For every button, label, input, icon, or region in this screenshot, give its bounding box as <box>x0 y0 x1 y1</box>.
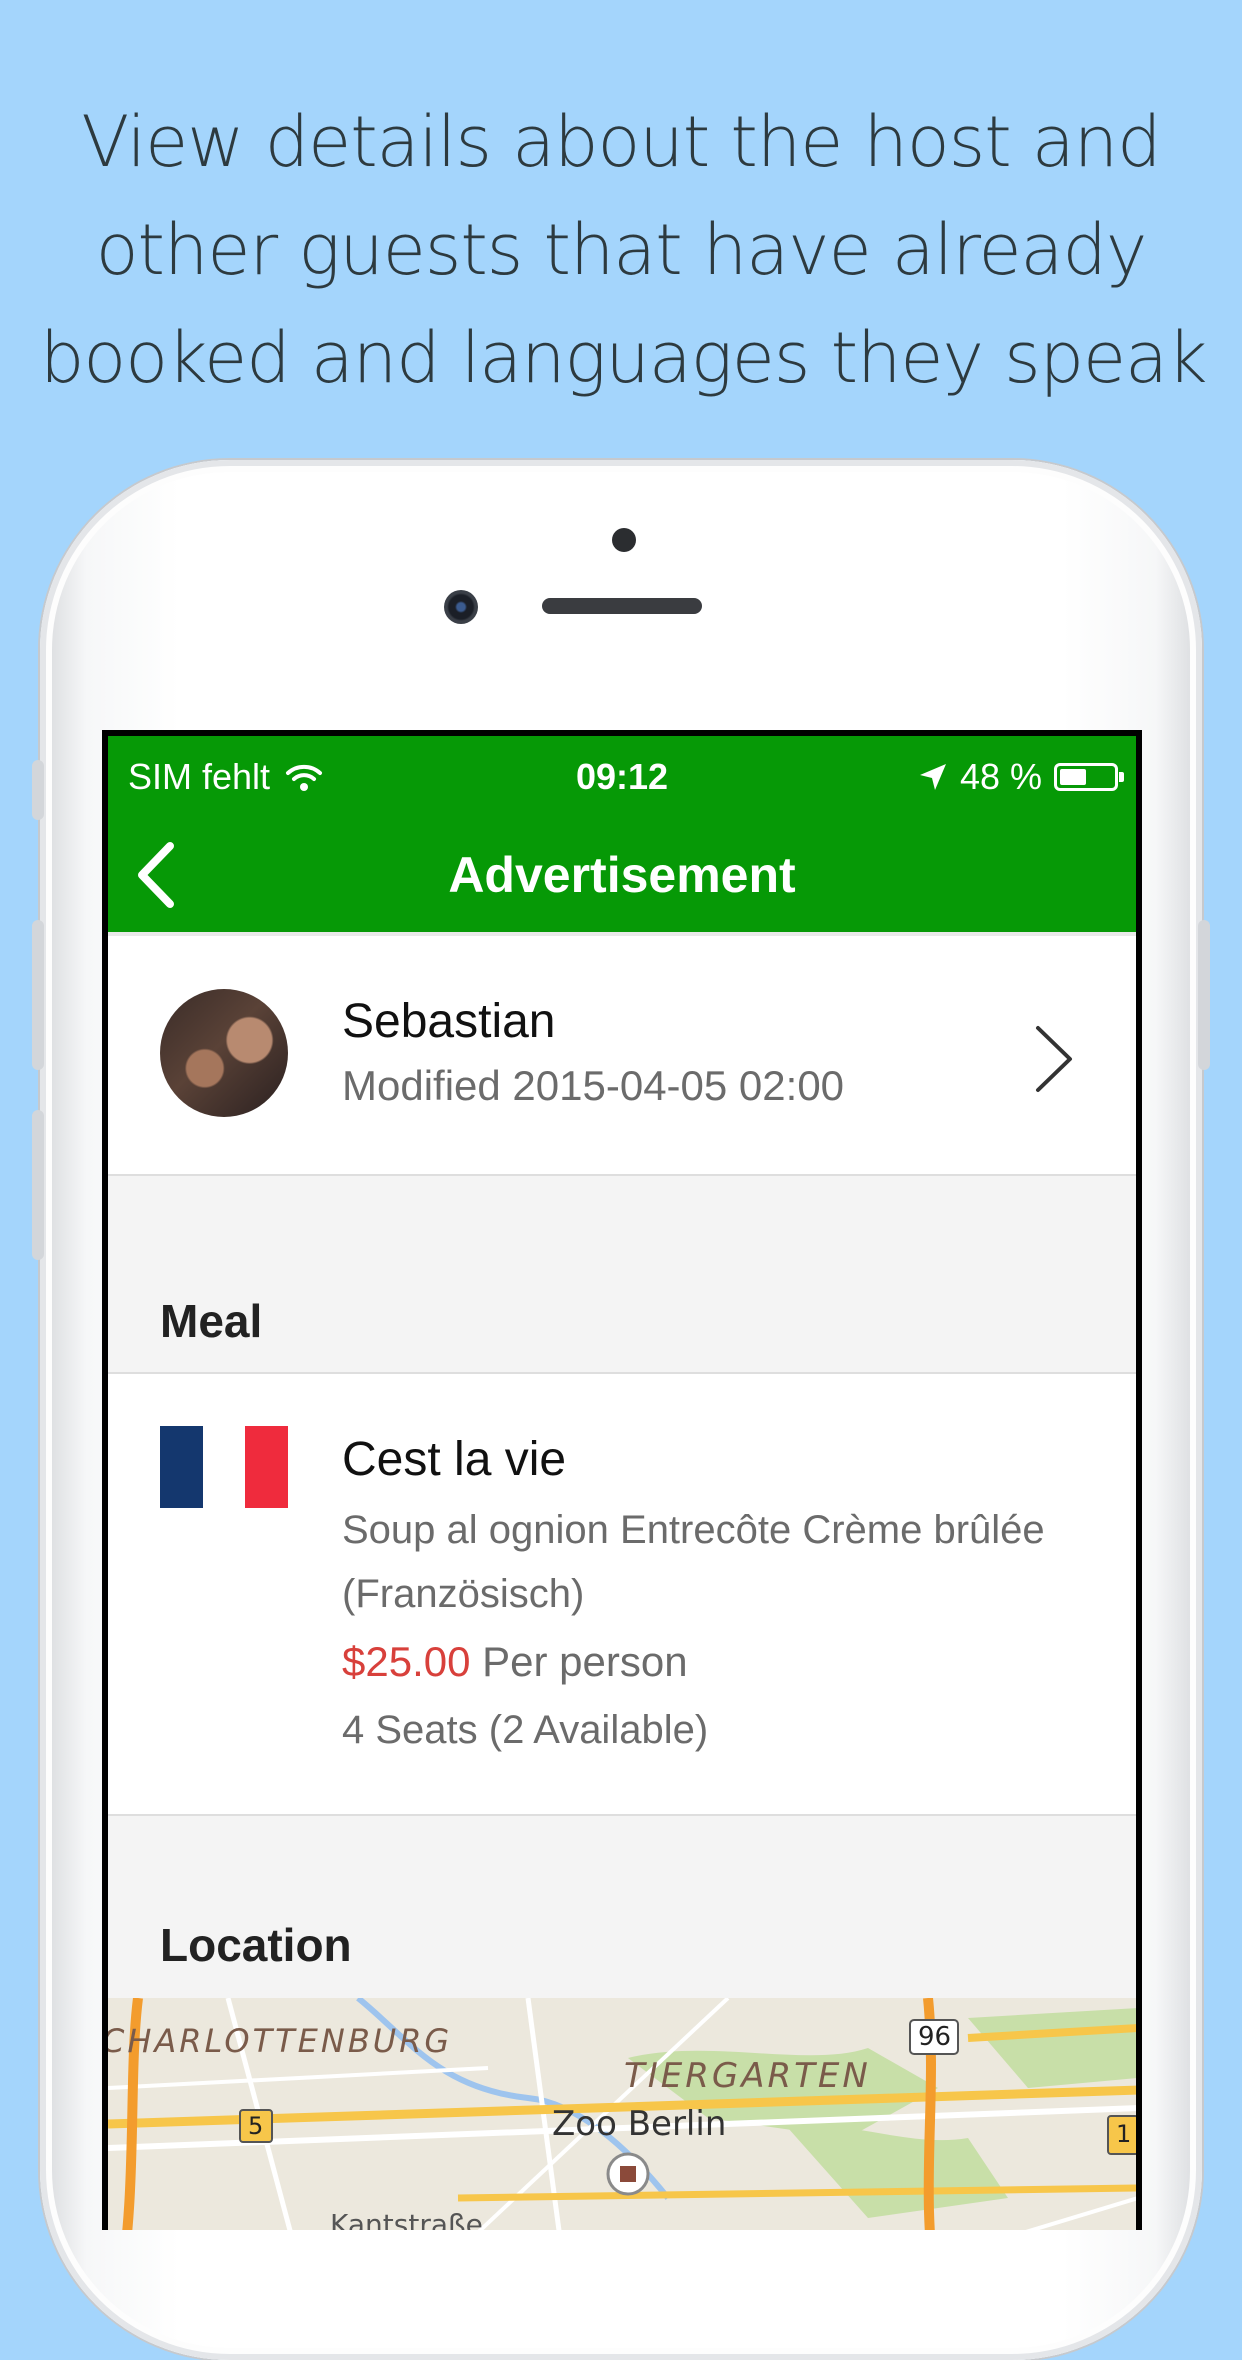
marketing-headline: View details about the host and other gu… <box>40 88 1208 412</box>
earpiece-speaker <box>542 598 702 614</box>
meal-price: $25.00 Per person <box>342 1638 688 1686</box>
headline-line-2: other guests that have already <box>95 209 1148 291</box>
status-bar: SIM fehlt 09:12 48 % <box>108 736 1136 816</box>
meal-seats: 4 Seats (2 Available) <box>342 1708 709 1752</box>
battery-percent: 48 % <box>959 756 1042 797</box>
map-label-zoo: Zoo Berlin <box>552 2104 727 2144</box>
headline-line-1: View details about the host and <box>81 101 1161 183</box>
road-badge-5: 5 <box>248 2112 264 2140</box>
volume-up-button <box>32 920 44 1070</box>
status-right: 48 % <box>918 756 1124 798</box>
location-arrow-icon <box>919 764 946 790</box>
headline-line-3: booked and languages they speak <box>40 317 1208 399</box>
app-screen: SIM fehlt 09:12 48 % Advertisement Sebas… <box>108 736 1136 2230</box>
proximity-sensor <box>612 528 636 552</box>
chevron-right-icon <box>1036 1026 1072 1092</box>
map-pin-icon <box>614 2160 642 2188</box>
france-flag-icon <box>160 1426 289 1508</box>
battery-icon <box>1054 763 1124 791</box>
road-badge-1: 1 <box>1116 2120 1132 2148</box>
phone-screen: SIM fehlt 09:12 48 % Advertisement Sebas… <box>102 730 1142 2230</box>
location-section-heading: Location <box>160 1919 352 1971</box>
map-label-charlottenburg: CHARLOTTENBURG <box>108 2022 453 2060</box>
location-map[interactable]: CHARLOTTENBURG TIERGARTEN Zoo Berlin Kan… <box>108 1998 1136 2230</box>
power-button <box>1198 920 1210 1070</box>
volume-down-button <box>32 1110 44 1260</box>
front-camera <box>444 590 478 624</box>
price-suffix: Per person <box>482 1638 688 1685</box>
host-name: Sebastian <box>342 995 556 1048</box>
mute-switch <box>32 760 44 820</box>
host-row[interactable]: Sebastian Modified 2015-04-05 02:00 <box>108 936 1136 1176</box>
meal-description: Soup al ognion Entrecôte Crème brûlée (F… <box>342 1508 1045 1616</box>
navigation-bar: Advertisement <box>108 816 1136 936</box>
host-modified-date: Modified 2015-04-05 02:00 <box>342 1062 845 1109</box>
road-badge-96: 96 <box>918 2022 952 2052</box>
meal-title: Cest la vie <box>342 1433 567 1486</box>
page-title: Advertisement <box>448 847 796 903</box>
meal-section-heading: Meal <box>160 1295 263 1347</box>
map-label-street: Kantstraße <box>330 2208 483 2230</box>
avatar <box>160 989 288 1117</box>
price-value: $25.00 <box>342 1638 471 1685</box>
map-label-tiergarten: TIERGARTEN <box>624 2056 871 2096</box>
meal-card[interactable]: Cest la vie Soup al ognion Entrecôte Crè… <box>108 1372 1136 1816</box>
